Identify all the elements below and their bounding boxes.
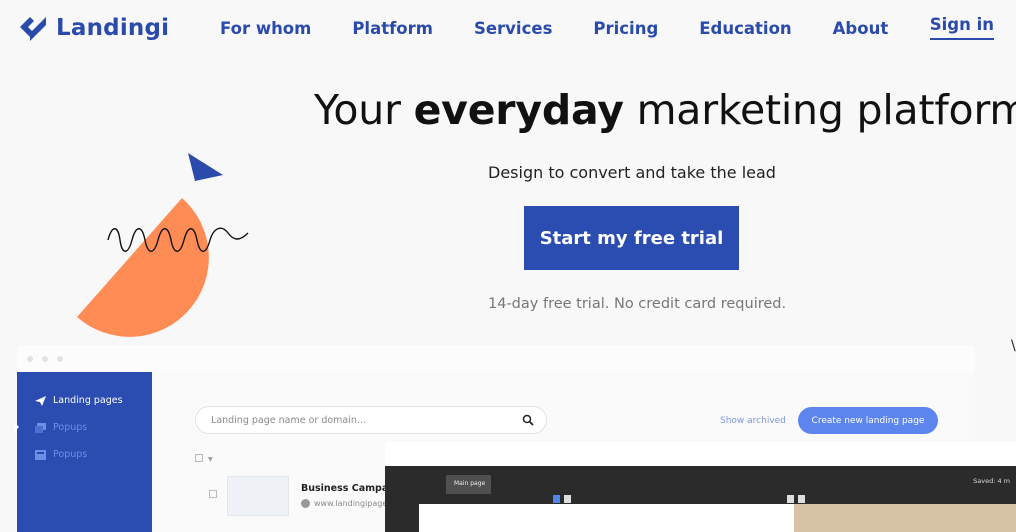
- landing-page-url: www.landingipage.c: [301, 499, 394, 508]
- device-switcher: [553, 495, 571, 503]
- mobile-icon[interactable]: [798, 495, 805, 503]
- mockup-titlebar: [17, 345, 975, 372]
- desktop-icon[interactable]: [553, 495, 560, 503]
- nav-item-about[interactable]: About: [833, 19, 889, 38]
- sign-in-link[interactable]: Sign in: [929, 15, 994, 40]
- select-all-checkbox[interactable]: [195, 454, 203, 462]
- trial-note: 14-day free trial. No credit card requir…: [488, 296, 787, 312]
- row-checkbox[interactable]: [209, 490, 217, 498]
- nav-item-for-whom[interactable]: For whom: [220, 19, 311, 38]
- hero-subheadline: Design to convert and take the lead: [488, 163, 776, 182]
- decorative-shapes-icon: [77, 153, 249, 337]
- popup-icon: [35, 422, 46, 433]
- sidebar-item-popups[interactable]: Popups: [35, 422, 87, 433]
- headline-part-1: Your: [314, 86, 414, 134]
- globe-icon: [301, 499, 310, 508]
- chevron-down-icon[interactable]: ▼: [208, 456, 213, 463]
- window-dot: [57, 356, 63, 362]
- saved-status: Saved: 4 m: [973, 477, 1010, 485]
- nav-item-platform[interactable]: Platform: [352, 19, 433, 38]
- edge-mark-icon: \: [1011, 338, 1016, 354]
- landing-page-thumbnail[interactable]: [227, 476, 289, 516]
- tab-main-page[interactable]: Main page: [446, 475, 491, 494]
- sidebar-item-label: Landing pages: [53, 395, 123, 406]
- editor-image-block: [794, 504, 1016, 532]
- sidebar-item-popups-2[interactable]: Popups: [35, 449, 87, 460]
- device-switcher-2: [787, 495, 805, 503]
- sidebar-item-landing-pages[interactable]: Landing pages: [35, 395, 123, 406]
- headline-part-2: marketing platform: [623, 86, 1016, 134]
- editor-preview: Main page Saved: 4 m: [385, 442, 1016, 532]
- logo[interactable]: Landingi: [18, 14, 169, 42]
- orange-semicircle-shape: [77, 198, 209, 337]
- nav-item-services[interactable]: Services: [474, 19, 552, 38]
- page: Landingi For whom Platform Services Pric…: [0, 0, 1016, 532]
- window-dot: [27, 356, 33, 362]
- sidebar-item-label: Popups: [53, 449, 88, 460]
- triangle-shape: [188, 153, 223, 181]
- editor-canvas: [419, 504, 794, 532]
- window-dot: [42, 356, 48, 362]
- hero-headline: Your everyday marketing platform: [314, 86, 1016, 134]
- active-marker-icon: [14, 422, 19, 432]
- mockup-sidebar: Landing pages Popups Popups: [14, 372, 152, 532]
- search-input[interactable]: Landing page name or domain...: [195, 406, 547, 434]
- show-archived-link[interactable]: Show archived: [720, 416, 786, 426]
- send-icon: [35, 395, 46, 406]
- start-free-trial-button[interactable]: Start my free trial: [524, 206, 739, 270]
- main-nav: For whom Platform Services Pricing Educa…: [220, 19, 888, 38]
- landing-page-url-text: www.landingipage.c: [314, 499, 395, 508]
- search-placeholder: Landing page name or domain...: [211, 415, 366, 426]
- create-landing-page-button[interactable]: Create new landing page: [798, 407, 938, 434]
- editor-topbar: [385, 442, 1016, 466]
- nav-item-education[interactable]: Education: [699, 19, 791, 38]
- nav-item-pricing[interactable]: Pricing: [593, 19, 658, 38]
- mobile-icon[interactable]: [564, 495, 571, 503]
- logo-mark-icon: [20, 17, 46, 41]
- sidebar-item-label: Popups: [53, 422, 88, 433]
- grid-icon: [35, 449, 46, 460]
- tablet-icon[interactable]: [787, 495, 794, 503]
- search-icon: [522, 414, 534, 426]
- logo-text: Landingi: [56, 15, 170, 41]
- headline-emphasis: everyday: [413, 86, 624, 134]
